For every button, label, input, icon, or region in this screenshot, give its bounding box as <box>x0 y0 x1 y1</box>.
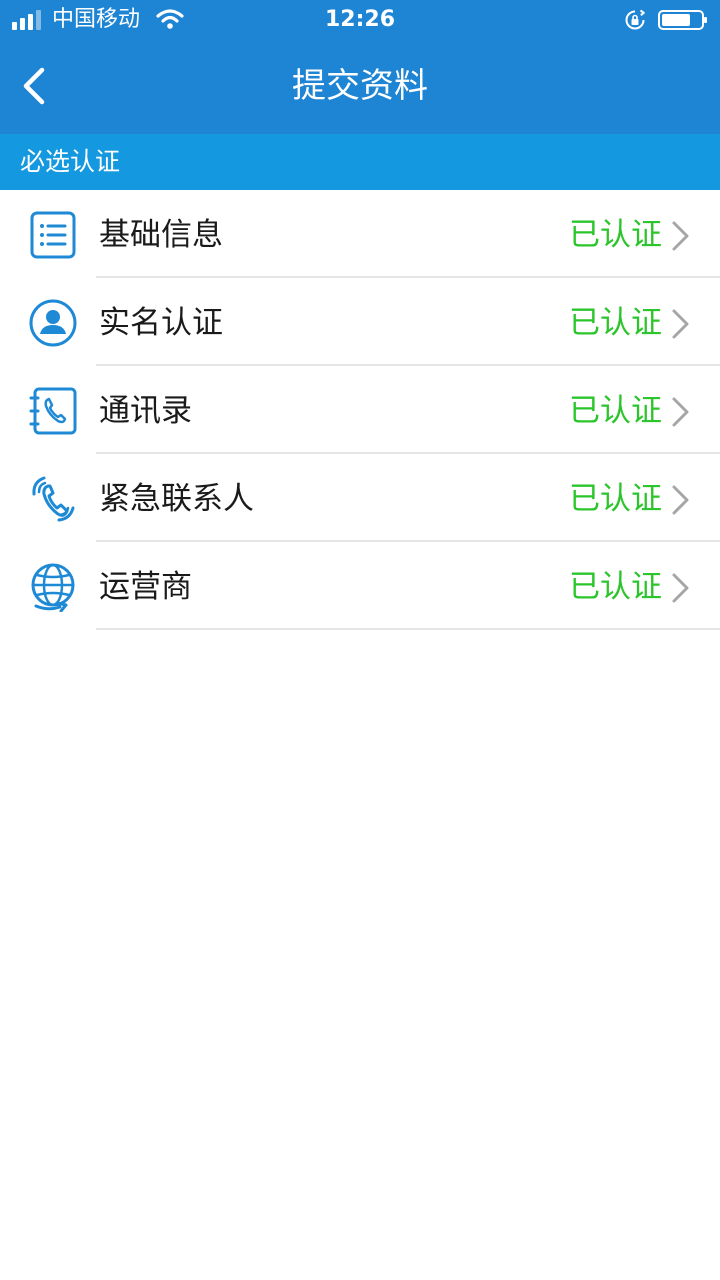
divider <box>96 628 720 630</box>
list-item-real-name[interactable]: 实名认证 已认证 <box>0 278 720 366</box>
verified-status: 已认证 <box>569 217 662 253</box>
page-title: 提交资料 <box>292 66 428 106</box>
rotation-lock-icon <box>625 9 645 30</box>
list-item-contacts[interactable]: 通讯录 已认证 <box>0 366 720 454</box>
list-item-emergency-contact[interactable]: 紧急联系人 已认证 <box>0 454 720 542</box>
chevron-right-icon <box>672 573 689 603</box>
chevron-right-icon <box>672 485 689 515</box>
list-icon <box>30 211 76 259</box>
section-header: 必选认证 <box>0 134 720 190</box>
list-item-label: 基础信息 <box>99 217 223 253</box>
user-icon <box>29 299 77 347</box>
list-item-label: 实名认证 <box>99 305 223 341</box>
chevron-right-icon <box>672 221 689 251</box>
verified-status: 已认证 <box>569 393 662 429</box>
list-item-label: 紧急联系人 <box>99 481 254 517</box>
status-time: 12:26 <box>324 7 396 32</box>
chevron-right-icon <box>672 309 689 339</box>
chevron-right-icon <box>672 397 689 427</box>
verified-status: 已认证 <box>569 305 662 341</box>
verified-status: 已认证 <box>569 481 662 517</box>
list-item-carrier[interactable]: 运营商 已认证 <box>0 542 720 630</box>
list-item-basic-info[interactable]: 基础信息 已认证 <box>0 190 720 278</box>
phone-call-icon <box>32 476 75 522</box>
status-bar: 中国移动 12:26 <box>0 0 720 40</box>
verified-status: 已认证 <box>569 569 662 605</box>
battery-icon <box>658 10 707 30</box>
verification-list: 基础信息 已认证 实名认证 已认证 通讯录 已认证 紧急联系人 已认证 运营商 … <box>0 190 720 630</box>
globe-icon <box>31 563 75 612</box>
app-header: 中国移动 12:26 提交资料 <box>0 0 720 134</box>
navigation-bar: 提交资料 <box>0 40 720 134</box>
contacts-book-icon <box>29 387 77 435</box>
list-item-label: 通讯录 <box>99 393 192 429</box>
list-item-label: 运营商 <box>99 569 192 605</box>
